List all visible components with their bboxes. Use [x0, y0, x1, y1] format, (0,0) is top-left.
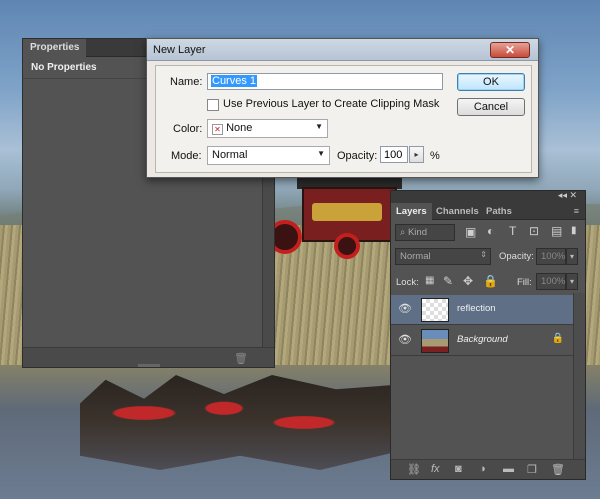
tab-paths[interactable]: Paths	[481, 203, 517, 220]
lock-icon: 🔒	[551, 333, 564, 344]
color-label: Color:	[173, 123, 203, 135]
tab-channels[interactable]: Channels	[431, 203, 484, 220]
opacity-label: Opacity:	[337, 150, 378, 162]
layers-tabbar: Layers Channels Paths ≡	[391, 203, 585, 220]
lock-image-icon[interactable]: ✎	[443, 274, 453, 288]
opacity-slider-toggle-icon[interactable]: ▸	[409, 146, 424, 163]
fill-field[interactable]: 100%	[536, 273, 566, 290]
add-mask-icon[interactable]: ◙	[455, 463, 462, 475]
train-wheel	[334, 233, 360, 259]
opacity-label: Opacity:	[499, 251, 534, 262]
filter-kind-select[interactable]: ⌕ Kind	[395, 224, 455, 241]
type-filter-icon[interactable]: T	[509, 224, 516, 238]
adjustment-layer-icon[interactable]: ◑	[479, 463, 486, 475]
blend-mode-value: Normal	[400, 251, 431, 262]
new-layer-icon[interactable]: ❐	[527, 463, 537, 476]
layer-thumbnail	[421, 298, 449, 322]
trash-icon[interactable]: 🗑	[234, 352, 248, 365]
tab-layers[interactable]: Layers	[391, 203, 432, 220]
clipping-mask-label: Use Previous Layer to Create Clipping Ma…	[223, 98, 440, 110]
layers-footer: ⛓ fx ◙ ◑ ▬ ❐ 🗑	[391, 459, 585, 479]
reflection-image	[80, 375, 400, 470]
mode-select[interactable]: Normal ▼	[207, 146, 330, 165]
lock-all-icon[interactable]: 🔒	[483, 274, 498, 288]
dialog-title: New Layer	[153, 44, 206, 56]
color-select[interactable]: ✕ None ▼	[207, 119, 328, 138]
train-image	[268, 175, 402, 270]
train-emblem	[312, 203, 382, 221]
chevron-down-icon[interactable]: ▾	[566, 248, 578, 265]
filter-kind-value: Kind	[407, 227, 427, 238]
lock-transparent-icon[interactable]: ▦	[425, 275, 434, 286]
layer-row-reflection[interactable]: 👁 reflection	[391, 295, 574, 325]
lock-label: Lock:	[396, 277, 419, 288]
search-icon: ⌕	[400, 227, 406, 238]
eye-icon[interactable]: 👁	[397, 333, 413, 349]
dialog-titlebar[interactable]: New Layer ✕	[147, 39, 538, 61]
chevron-down-icon[interactable]: ▾	[566, 273, 578, 290]
layer-name[interactable]: reflection	[457, 303, 496, 314]
folder-icon[interactable]: ▬	[503, 463, 514, 475]
adjustment-filter-icon[interactable]: ◐	[487, 224, 494, 238]
close-button[interactable]: ✕	[490, 42, 530, 58]
tab-properties[interactable]: Properties	[23, 39, 87, 57]
chevron-down-icon: ▼	[317, 149, 325, 158]
layer-name[interactable]: Background	[457, 334, 508, 345]
opacity-field[interactable]	[380, 146, 408, 163]
cancel-button[interactable]: Cancel	[457, 98, 525, 116]
eye-icon[interactable]: 👁	[397, 302, 413, 318]
resize-grip[interactable]	[138, 364, 160, 367]
trash-icon[interactable]: 🗑	[551, 463, 565, 476]
blend-mode-select[interactable]: Normal ⇕	[395, 248, 491, 265]
opacity-unit: %	[430, 150, 440, 162]
no-color-swatch-icon: ✕	[212, 124, 223, 135]
chevron-down-icon: ▼	[315, 122, 323, 131]
filter-toggle-icon[interactable]: ▮	[571, 225, 577, 236]
new-layer-dialog: New Layer ✕ Name: Curves 1 Use Previous …	[146, 38, 539, 178]
mode-value: Normal	[212, 149, 248, 161]
color-value: None	[226, 122, 253, 134]
layer-row-background[interactable]: 👁 Background 🔒	[391, 326, 574, 356]
layer-thumbnail	[421, 329, 449, 353]
dialog-body: Name: Curves 1 Use Previous Layer to Cre…	[155, 65, 532, 173]
fx-icon[interactable]: fx	[431, 463, 440, 475]
fill-label: Fill:	[517, 277, 532, 288]
layers-scrollbar[interactable]	[573, 293, 585, 459]
name-selection: Curves 1	[211, 75, 258, 87]
chevron-down-icon: ⇕	[480, 250, 487, 259]
collapse-close-icons[interactable]: ◂◂ ✕	[558, 190, 577, 201]
smart-object-filter-icon[interactable]: ▤	[551, 224, 562, 238]
clipping-mask-checkbox[interactable]	[207, 99, 219, 111]
lock-position-icon[interactable]: ✥	[463, 274, 473, 288]
link-layers-icon[interactable]: ⛓	[407, 463, 421, 476]
properties-footer: 🗑	[23, 347, 274, 367]
pixel-filter-icon[interactable]: ▣	[465, 225, 476, 239]
layers-topstrip: ◂◂ ✕	[391, 190, 585, 203]
layer-opacity-field[interactable]: 100%	[536, 248, 566, 265]
ok-button[interactable]: OK	[457, 73, 525, 91]
layers-panel: ◂◂ ✕ Layers Channels Paths ≡ ⌕ Kind ▣ ◐ …	[390, 190, 586, 480]
mode-label: Mode:	[171, 150, 202, 162]
name-label: Name:	[170, 76, 203, 88]
shape-filter-icon[interactable]: ⊡	[529, 224, 539, 238]
panel-menu-icon[interactable]: ≡	[574, 206, 579, 216]
